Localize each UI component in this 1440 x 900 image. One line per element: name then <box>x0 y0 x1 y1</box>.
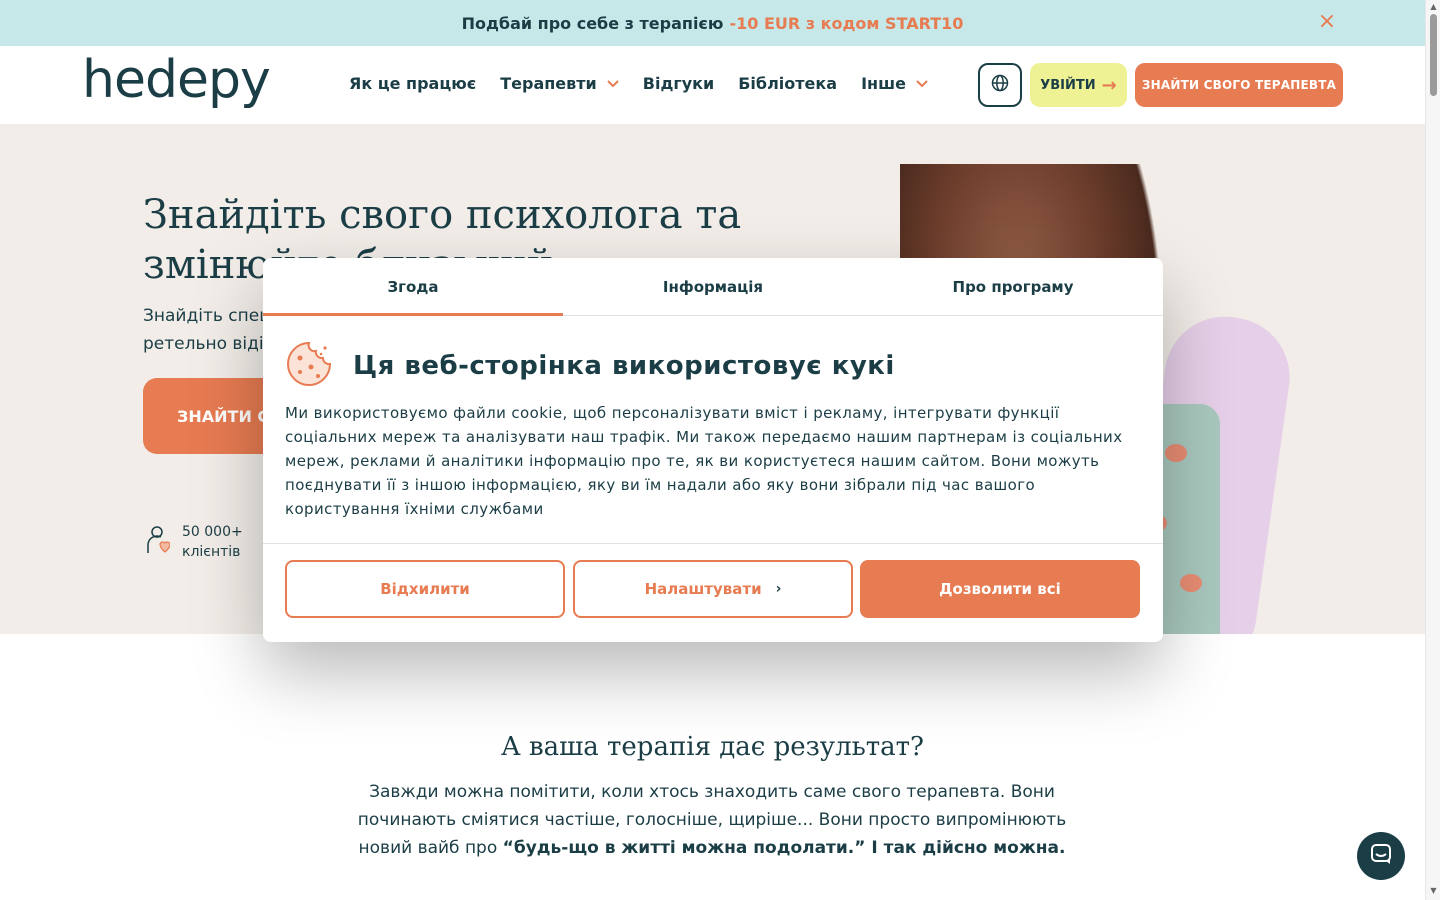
results-heading: А ваша терапія дає результат? <box>501 732 924 762</box>
results-text: Завжди можна помітити, коли хтось знаход… <box>356 778 1068 862</box>
cookie-tabs: Згода Інформація Про програму <box>263 258 1163 316</box>
chat-icon <box>1370 843 1392 869</box>
site-header: hedepy Як це працює Терапевти Відгуки Бі… <box>0 46 1425 124</box>
login-button[interactable]: УВІЙТИ → <box>1030 63 1127 107</box>
clients-stat: 50 000+ клієнтів <box>146 522 243 562</box>
allow-all-button[interactable]: Дозволити всі <box>860 560 1140 618</box>
login-label: УВІЙТИ <box>1040 77 1096 93</box>
scroll-up-icon[interactable]: ▲ <box>1429 2 1438 11</box>
nav-item-label: Інше <box>861 74 906 93</box>
nav-item-library[interactable]: Бібліотека <box>738 74 837 93</box>
cookie-title: Ця веб-сторінка використовує кукі <box>353 351 895 381</box>
find-therapist-button[interactable]: ЗНАЙТИ СВОГО ТЕРАПЕВТА <box>1135 63 1343 107</box>
page-scrollbar[interactable]: ▲ ▼ <box>1425 0 1440 900</box>
hero-title-line: Знайдіть свого психолога та <box>143 192 742 238</box>
nav-item-label: Терапевти <box>500 74 597 93</box>
nav-item-how-it-works[interactable]: Як це працює <box>349 74 476 93</box>
nav-item-label: Відгуки <box>642 74 715 93</box>
tab-consent[interactable]: Згода <box>263 258 563 316</box>
cookie-header: Ця веб-сторінка використовує кукі <box>285 340 895 392</box>
arrow-right-icon: → <box>1101 74 1117 96</box>
language-button[interactable] <box>978 63 1022 107</box>
promo-text: Подбай про себе з терапією <box>461 13 724 33</box>
tab-about[interactable]: Про програму <box>863 258 1163 315</box>
main-nav: Як це працює Терапевти Відгуки Бібліотек… <box>349 74 928 93</box>
scroll-down-icon[interactable]: ▼ <box>1429 886 1438 895</box>
promo-code-text: -10 EUR з кодом START10 <box>729 13 964 33</box>
allow-all-label: Дозволити всі <box>939 580 1061 598</box>
cookie-description: Ми використовуємо файли cookie, щоб перс… <box>285 404 1123 518</box>
nav-item-other[interactable]: Інше <box>861 74 928 93</box>
decline-button[interactable]: Відхилити <box>285 560 565 618</box>
cookie-consent-dialog: Згода Інформація Про програму Ця веб-сто… <box>263 258 1163 642</box>
chevron-down-icon <box>916 77 928 91</box>
divider <box>263 543 1163 544</box>
close-icon[interactable]: × <box>1317 11 1337 33</box>
decline-label: Відхилити <box>380 580 470 598</box>
nav-item-label: Бібліотека <box>738 74 838 93</box>
scroll-thumb[interactable] <box>1430 14 1437 96</box>
customize-label: Налаштувати <box>644 580 762 598</box>
results-text-bold: “будь-що в житті можна подолати.” І так … <box>502 838 1066 858</box>
customize-button[interactable]: Налаштувати › <box>573 560 853 618</box>
chevron-right-icon: › <box>775 581 782 597</box>
nav-item-label: Як це працює <box>349 74 477 93</box>
chevron-down-icon <box>607 77 619 91</box>
promo-banner: Подбай про себе з терапією -10 EUR з код… <box>0 0 1425 46</box>
chat-button[interactable] <box>1357 832 1405 880</box>
nav-item-reviews[interactable]: Відгуки <box>643 74 714 93</box>
stat-label: клієнтів <box>182 544 241 560</box>
logo[interactable]: hedepy <box>82 50 271 110</box>
globe-icon <box>991 74 1009 96</box>
stat-value: 50 000+ <box>182 524 243 540</box>
client-heart-icon <box>146 525 171 559</box>
nav-item-therapists[interactable]: Терапевти <box>500 74 619 93</box>
tab-details[interactable]: Інформація <box>563 258 863 315</box>
cookie-icon <box>285 340 333 392</box>
